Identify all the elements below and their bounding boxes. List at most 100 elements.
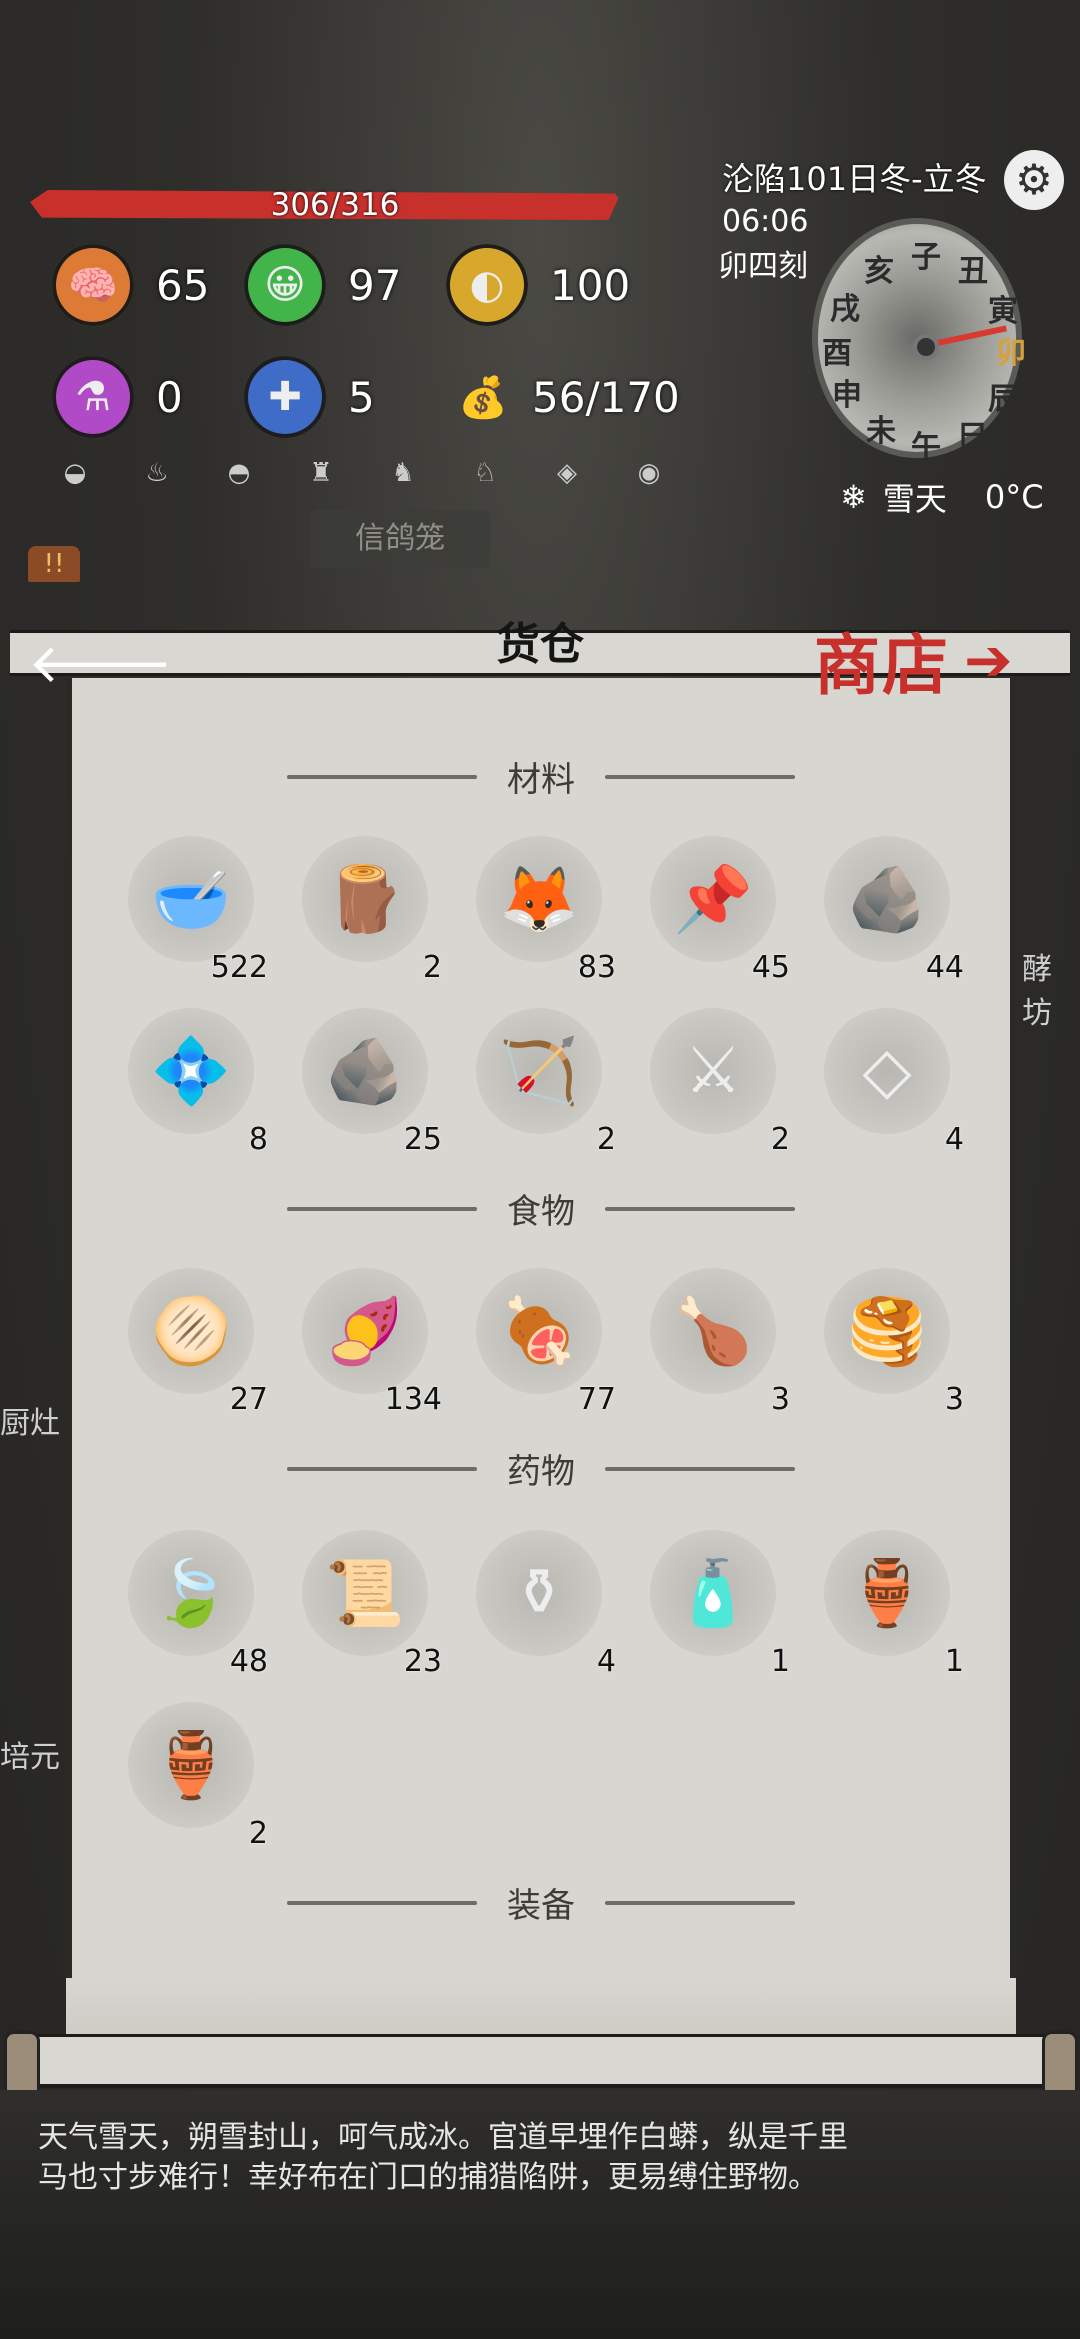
stone-icon: 🪨 <box>325 1034 405 1109</box>
buff-boots-icon[interactable]: ♞ <box>378 448 428 498</box>
dial-hub <box>913 334 939 360</box>
panel-fade <box>66 1978 1016 2034</box>
mood-value: 65 <box>156 260 210 310</box>
divider <box>605 1900 795 1905</box>
page-title: 货仓 <box>496 619 584 670</box>
carry-value: 56/170 <box>532 372 680 422</box>
bow-icon: 🏹 <box>499 1034 579 1109</box>
buff-lantern-icon[interactable]: ◉ <box>624 448 674 498</box>
buff-sack-icon[interactable]: ◈ <box>542 448 592 498</box>
alert-badge-icon[interactable]: !! <box>28 546 80 582</box>
item-count: 27 <box>229 1382 268 1417</box>
health-text: 306/316 <box>270 187 400 223</box>
inventory-item[interactable]: ⚔ 2 <box>642 1008 802 1157</box>
inventory-item[interactable]: 🫓 27 <box>120 1268 280 1417</box>
inventory-item[interactable]: 🧴 1 <box>642 1530 802 1679</box>
dial-char: 午 <box>911 430 941 465</box>
jade-slab-icon: 💠 <box>151 1034 231 1109</box>
buff-cake-icon[interactable]: ◓ <box>214 448 264 498</box>
buff-cart-icon[interactable]: ♘ <box>460 448 510 498</box>
stat-bandage[interactable]: ✚ 5 <box>244 352 375 442</box>
item-count: 45 <box>751 950 790 985</box>
inventory-item[interactable]: ◇ 4 <box>816 1008 976 1157</box>
stat-potion[interactable]: ⚗ 0 <box>52 352 183 442</box>
roast-leg-icon: 🍗 <box>673 1294 753 1369</box>
item-count: 134 <box>384 1382 442 1417</box>
inventory-item[interactable]: 🏺 2 <box>120 1702 280 1851</box>
inventory-item[interactable]: 🪨 44 <box>816 836 976 985</box>
log-line: 天气雪天，朔雪封山，呵气成冰。官道早埋作白蟒，纵是千里 <box>38 2120 848 2155</box>
item-count: 44 <box>925 950 964 985</box>
inventory-item[interactable]: ⚱ 4 <box>468 1530 628 1679</box>
inventory-item[interactable]: 🦊 83 <box>468 836 628 985</box>
stat-happiness[interactable]: 😀 97 <box>244 240 401 330</box>
inventory-item[interactable]: 🥞 3 <box>816 1268 976 1417</box>
item-count: 3 <box>770 1382 790 1417</box>
weather-label: 雪天 <box>882 480 947 518</box>
section-header-equipment: 装备 <box>66 1878 1016 1927</box>
buff-cauldron-icon[interactable]: ♜ <box>296 448 346 498</box>
back-arrow-icon[interactable]: 🡐 <box>28 636 173 692</box>
side-label-peiyuan: 培元 <box>0 1740 60 1775</box>
inventory-item[interactable]: 🍃 48 <box>120 1530 280 1679</box>
side-label-ferment: 酵坊 <box>1022 952 1052 1031</box>
divider <box>287 1466 477 1471</box>
stat-carry[interactable]: 💰 56/170 <box>440 352 680 442</box>
divider <box>287 774 477 779</box>
settings-gear-icon[interactable]: ⚙ <box>1004 150 1064 210</box>
shards-icon: ◇ <box>862 1034 912 1108</box>
flatbread-icon: 🫓 <box>151 1294 231 1369</box>
event-log[interactable]: 天气雪天，朔雪封山，呵气成冰。官道早埋作白蟒，纵是千里 马也寸步难行！幸好布在门… <box>0 2090 1080 2339</box>
item-count: 522 <box>210 950 268 985</box>
divider <box>605 1466 795 1471</box>
dial-char: 辰 <box>988 382 1018 417</box>
dial-char: 亥 <box>864 254 894 289</box>
buff-gourd-icon[interactable]: ♨ <box>132 448 182 498</box>
ore-pile-icon: 🪨 <box>847 862 927 937</box>
inventory-item[interactable]: 🥣 522 <box>120 836 280 985</box>
inventory-item[interactable]: 🪨 25 <box>294 1008 454 1157</box>
hour-label: 卯四刻 <box>718 249 808 284</box>
pigeon-cage-label[interactable]: 信鸽笼 <box>310 510 490 568</box>
arrow-right-icon: ➔ <box>964 626 1013 694</box>
inventory-item[interactable]: 📜 23 <box>294 1530 454 1679</box>
status-buff-row: ◒ ♨ ◓ ♜ ♞ ♘ ◈ ◉ <box>50 448 674 498</box>
item-count: 2 <box>596 1122 616 1157</box>
happiness-value: 97 <box>348 260 402 310</box>
animal-hide-icon: 🦊 <box>499 862 579 937</box>
temperature-label: 0°C <box>984 478 1044 516</box>
inventory-item[interactable]: 🍖 77 <box>468 1268 628 1417</box>
inventory-item[interactable]: 🏺 1 <box>816 1530 976 1679</box>
dial-char: 寅 <box>988 294 1018 329</box>
sweet-potato-icon: 🍠 <box>325 1294 405 1369</box>
section-header-food: 食物 <box>66 1184 1016 1233</box>
buff-hat-icon[interactable]: ◒ <box>50 448 100 498</box>
item-count: 23 <box>403 1644 442 1679</box>
inventory-item[interactable]: 🍗 3 <box>642 1268 802 1417</box>
pancake-stack-icon: 🥞 <box>847 1294 927 1369</box>
wood-log-icon: 🪵 <box>325 862 405 937</box>
item-count: 4 <box>944 1122 964 1157</box>
bandage-value: 5 <box>348 372 375 422</box>
stat-mood[interactable]: 🧠 65 <box>52 240 209 330</box>
hunger-value: 100 <box>550 260 631 310</box>
section-title: 食物 <box>507 1192 575 1232</box>
bottle-scroll-icon: 🧴 <box>673 1556 753 1631</box>
inventory-item[interactable]: 🪵 2 <box>294 836 454 985</box>
divider <box>605 774 795 779</box>
dial-char: 子 <box>911 240 941 275</box>
side-label-kitchen: 厨灶 <box>0 1406 60 1441</box>
stat-hunger[interactable]: ◐ 100 <box>446 240 630 330</box>
smile-icon: 😀 <box>244 244 326 326</box>
stomach-icon: ◐ <box>446 244 528 326</box>
item-count: 48 <box>229 1644 268 1679</box>
inventory-item[interactable]: 🍠 134 <box>294 1268 454 1417</box>
potion-icon: ⚗ <box>52 356 134 438</box>
inventory-item[interactable]: 💠 8 <box>120 1008 280 1157</box>
item-count: 1 <box>944 1644 964 1679</box>
ham-icon: 🍖 <box>499 1294 579 1369</box>
purple-vase-icon: 🏺 <box>847 1556 927 1631</box>
shop-button[interactable]: 商店 ➔ <box>814 612 1013 708</box>
inventory-item[interactable]: 🏹 2 <box>468 1008 628 1157</box>
inventory-item[interactable]: 📌 45 <box>642 836 802 985</box>
